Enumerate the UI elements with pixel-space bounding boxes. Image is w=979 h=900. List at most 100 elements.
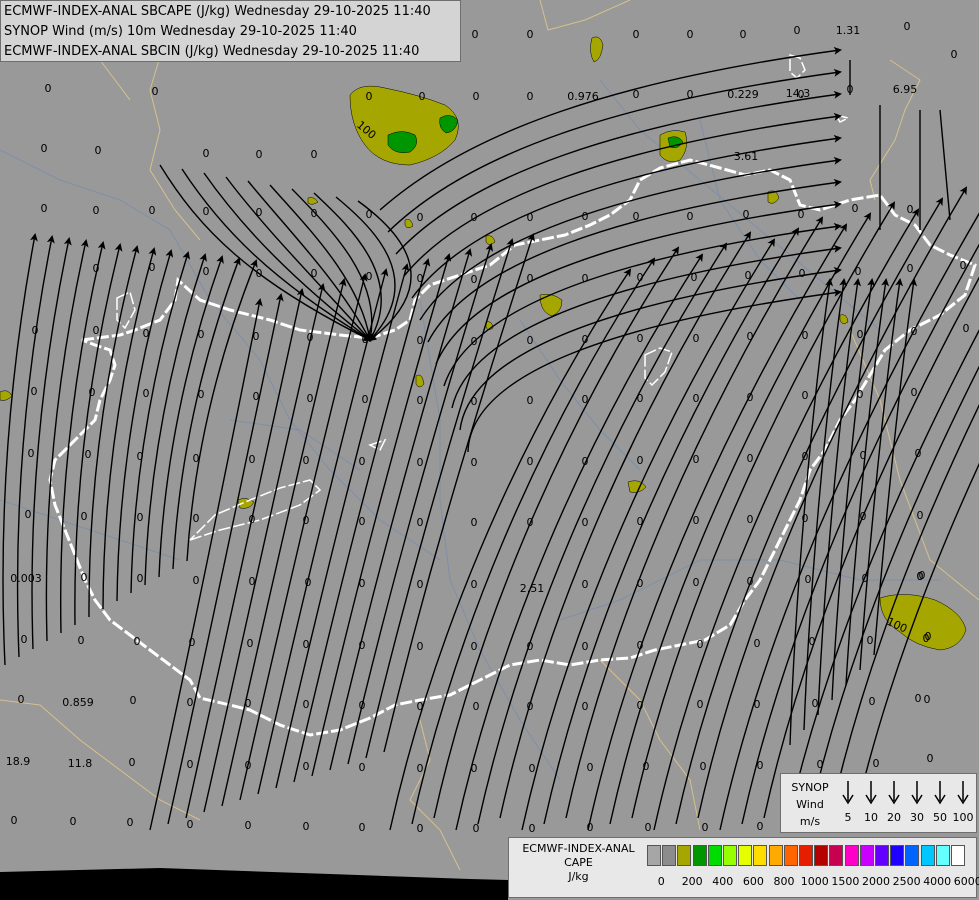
cin-value: 0 (249, 513, 256, 526)
cin-value: 0 (93, 324, 100, 337)
title-sbcin: ECMWF-INDEX-ANAL SBCIN (J/kg) Wednesday … (4, 44, 420, 59)
cin-value: 0 (693, 332, 700, 345)
cin-value: 0 (417, 762, 424, 775)
cin-value: 0 (253, 330, 260, 343)
cin-value: 0 (187, 696, 194, 709)
cin-value: 0 (417, 822, 424, 835)
cin-value: 0 (582, 700, 589, 713)
cin-value: 0 (472, 28, 479, 41)
cape-color-swatch (935, 845, 950, 866)
cin-value: 0 (745, 269, 752, 282)
cin-value: 0 (812, 697, 819, 710)
cape-color-legend: ECMWF-INDEX-ANAL CAPE J/kg 0 200 400 600 800… (508, 837, 979, 898)
cape-color-swatch (859, 845, 874, 866)
cin-value: 0 (582, 393, 589, 406)
cin-value: 0 (359, 699, 366, 712)
cape-legend-unit: J/kg (568, 870, 589, 883)
cin-value: 0 (187, 818, 194, 831)
cin-value: 0 (303, 820, 310, 833)
cape-color-swatch (799, 845, 813, 866)
cin-value: 0 (529, 822, 536, 835)
cin-value: 0 (802, 512, 809, 525)
cape-color-swatch (905, 845, 920, 866)
map-title-box: ECMWF-INDEX-ANAL SBCAPE (J/kg) Wednesday… (0, 0, 461, 62)
synop-wind-arrow-icon (882, 779, 906, 805)
cin-value: 0 (247, 637, 254, 650)
cin-value: 0 (366, 208, 373, 221)
synop-speed-label: 100 (952, 811, 974, 824)
cin-value: 0 (70, 815, 77, 828)
cin-value: 0 (256, 148, 263, 161)
cin-value: 0 (417, 211, 424, 224)
cin-value: 0 (687, 210, 694, 223)
cin-value: 0 (471, 578, 478, 591)
cin-value: 0 (582, 333, 589, 346)
cin-value: 1.31 (836, 24, 861, 37)
cin-value: 0 (471, 516, 478, 529)
cin-value: 0 (852, 202, 859, 215)
cin-value: 0 (702, 821, 709, 834)
cin-value: 0 (137, 511, 144, 524)
cin-value: 0 (754, 637, 761, 650)
cin-value: 0 (417, 456, 424, 469)
cin-value: 0 (93, 262, 100, 275)
cin-value: 0 (41, 142, 48, 155)
cin-value: 11.8 (68, 757, 93, 770)
cape-color-swatch (647, 845, 661, 866)
cin-value: 0 (860, 510, 867, 523)
cin-value: 3.61 (734, 150, 759, 163)
cin-value: 0 (18, 693, 25, 706)
cin-value: 0 (687, 28, 694, 41)
cin-value: 0 (743, 208, 750, 221)
cin-value: 0 (867, 634, 874, 647)
cin-value: 0 (582, 640, 589, 653)
synop-wind-arrow-icon (905, 779, 929, 805)
cin-value: 0 (693, 514, 700, 527)
cape-tick-label: 400 (712, 875, 734, 888)
cin-value: 0 (919, 569, 926, 582)
cin-value: 0 (862, 572, 869, 585)
cin-value: 0 (359, 639, 366, 652)
cape-tick-label: 0 (657, 875, 665, 888)
cin-value: 0 (137, 450, 144, 463)
cin-value: 0 (366, 270, 373, 283)
map-canvas[interactable]: 0 0 0 0 0 0 0 0 0 0 0 0 0 0 0 0 0 0 0 0 0 0 0 0 0 0 0 0 0 0 0 0 0 0 0 0 0 0 0 0… (0, 0, 979, 900)
cin-value: 0 (693, 576, 700, 589)
cin-value: 0 (904, 20, 911, 33)
synop-speed-label: 5 (844, 811, 852, 824)
cin-value: 0 (757, 820, 764, 833)
cin-value: 0 (633, 210, 640, 223)
map-background (0, 0, 979, 900)
cin-value: 0 (527, 334, 534, 347)
cin-value: 0 (633, 28, 640, 41)
cin-value: 0 (700, 760, 707, 773)
cin-value: 0 (527, 272, 534, 285)
cin-value: 0 (359, 821, 366, 834)
cin-value: 0 (31, 385, 38, 398)
cin-value: 0 (25, 508, 32, 521)
cin-value: 0 (245, 759, 252, 772)
cin-value: 0 (869, 695, 876, 708)
cin-value: 0 (473, 822, 480, 835)
cape-tick-label: 200 (681, 875, 703, 888)
cin-value: 0 (93, 204, 100, 217)
cin-value: 0 (134, 635, 141, 648)
cin-value: 0 (907, 203, 914, 216)
cin-value: 0 (637, 515, 644, 528)
synop-wind-legend: SYNOP Wind m/s 5 10 20 30 50 100 (780, 773, 977, 833)
cin-value: 0 (527, 516, 534, 529)
cape-color-swatch (829, 845, 844, 866)
cin-value: 0 (193, 452, 200, 465)
cin-value: 0 (951, 48, 958, 61)
cin-value: 0.976 (567, 90, 599, 103)
weather-map-viewer: 0 0 0 0 0 0 0 0 0 0 0 0 0 0 0 0 0 0 0 0 0 0 0 0 0 0 0 0 0 0 0 0 0 0 0 0 0 0 0 0… (0, 0, 979, 900)
cin-value: 0 (960, 259, 967, 272)
cin-value: 0 (637, 332, 644, 345)
cin-value: 0 (637, 699, 644, 712)
cin-value: 0 (198, 388, 205, 401)
cape-tick-label: 2500 (892, 875, 921, 888)
cin-value: 0 (471, 211, 478, 224)
cape-color-swatch (814, 845, 829, 866)
cin-value: 0 (855, 265, 862, 278)
cin-value: 0 (527, 455, 534, 468)
